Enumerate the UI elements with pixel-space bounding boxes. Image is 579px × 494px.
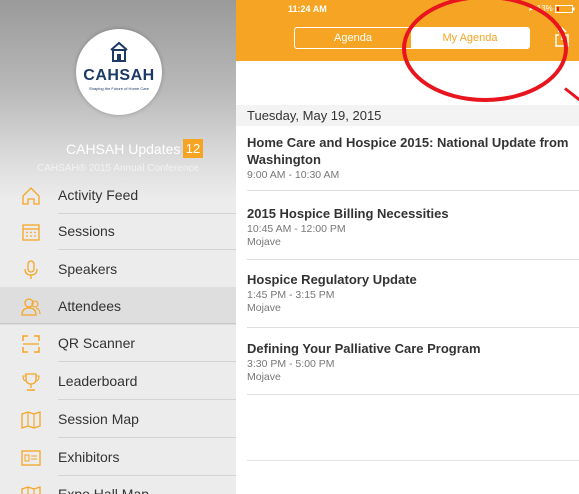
sidebar-item-session-map[interactable]: Session Map xyxy=(0,400,236,438)
sidebar-item-attendees[interactable]: Attendees xyxy=(0,287,236,325)
sidebar-item-expo-hall-map[interactable]: Expo Hall Map xyxy=(0,475,236,494)
sidebar-item-label: Sessions xyxy=(58,223,115,239)
logo-text: CAHSAH xyxy=(83,67,155,84)
trophy-icon xyxy=(22,373,40,391)
house-logo-icon xyxy=(110,41,128,62)
status-time: 11:24 AM xyxy=(288,4,327,14)
sidebar-item-exhibitors[interactable]: Exhibitors xyxy=(0,438,236,476)
sidebar-item-sessions[interactable]: Sessions xyxy=(0,212,236,250)
agenda-session[interactable]: 2015 Hospice Billing Necessities 10:45 A… xyxy=(247,205,579,249)
session-room: Mojave xyxy=(247,236,281,248)
session-room: Mojave xyxy=(247,302,281,314)
agenda-session[interactable]: Hospice Regulatory Update 1:45 PM - 3:15… xyxy=(247,271,579,315)
map-icon xyxy=(21,486,41,494)
feed-title[interactable]: CAHSAH Updates xyxy=(66,141,180,157)
microphone-icon xyxy=(24,260,38,279)
sidebar-header: CAHSAH Shaping the Future of Home Care C… xyxy=(0,0,236,200)
qr-scanner-icon xyxy=(22,335,40,353)
sidebar-item-leaderboard[interactable]: Leaderboard xyxy=(0,362,236,400)
sidebar: CAHSAH Shaping the Future of Home Care C… xyxy=(0,0,236,494)
logo-tagline: Shaping the Future of Home Care xyxy=(88,86,150,91)
session-title: Home Care and Hospice 2015: National Upd… xyxy=(247,135,569,167)
session-time: 1:45 PM - 3:15 PM xyxy=(247,289,335,301)
session-title: Hospice Regulatory Update xyxy=(247,272,417,287)
divider xyxy=(247,394,579,395)
sidebar-item-label: Session Map xyxy=(58,411,139,427)
tab-agenda[interactable]: Agenda xyxy=(295,28,411,48)
session-room: Mojave xyxy=(247,371,281,383)
home-icon xyxy=(22,187,40,205)
battery-icon xyxy=(555,4,575,13)
exhibitors-icon xyxy=(21,450,41,466)
session-time: 9:00 AM - 10:30 AM xyxy=(247,169,340,181)
divider xyxy=(247,327,579,328)
people-icon xyxy=(21,298,41,316)
calendar-icon xyxy=(22,224,40,241)
sidebar-item-qr-scanner[interactable]: QR Scanner xyxy=(0,324,236,362)
sidebar-item-label: Attendees xyxy=(58,298,122,314)
map-icon xyxy=(21,411,41,429)
session-title: Defining Your Palliative Care Program xyxy=(247,341,481,356)
event-logo: CAHSAH Shaping the Future of Home Care xyxy=(76,29,162,115)
divider xyxy=(247,259,579,260)
event-subtitle: CAHSAH® 2015 Annual Conference xyxy=(37,163,199,174)
divider xyxy=(247,460,579,461)
session-title: 2015 Hospice Billing Necessities xyxy=(247,206,449,221)
notification-badge[interactable]: 12 xyxy=(183,139,203,158)
annotation-arrow xyxy=(564,87,579,104)
agenda-session[interactable]: Defining Your Palliative Care Program 3:… xyxy=(247,340,579,384)
session-time: 10:45 AM - 12:00 PM xyxy=(247,223,346,235)
day-header: Tuesday, May 19, 2015 xyxy=(236,105,579,126)
sidebar-item-speakers[interactable]: Speakers xyxy=(0,250,236,288)
divider xyxy=(247,190,579,191)
sidebar-item-label: Speakers xyxy=(58,261,118,277)
sidebar-item-label: Exhibitors xyxy=(58,449,120,465)
agenda-date: Tuesday, May 19, 2015 xyxy=(247,108,382,123)
agenda-session[interactable]: Home Care and Hospice 2015: National Upd… xyxy=(247,134,579,182)
sidebar-item-activity-feed[interactable]: Activity Feed xyxy=(0,176,236,214)
sidebar-item-label: Activity Feed xyxy=(58,187,139,203)
sidebar-item-label: QR Scanner xyxy=(58,335,136,351)
sidebar-item-label: Expo Hall Map xyxy=(58,486,150,494)
annotation-circle xyxy=(402,0,568,102)
sidebar-item-label: Leaderboard xyxy=(58,373,138,389)
session-time: 3:30 PM - 5:00 PM xyxy=(247,358,335,370)
main-panel: 11:24 AM ➤ 13% Agenda My Agenda Tuesday,… xyxy=(236,0,579,494)
